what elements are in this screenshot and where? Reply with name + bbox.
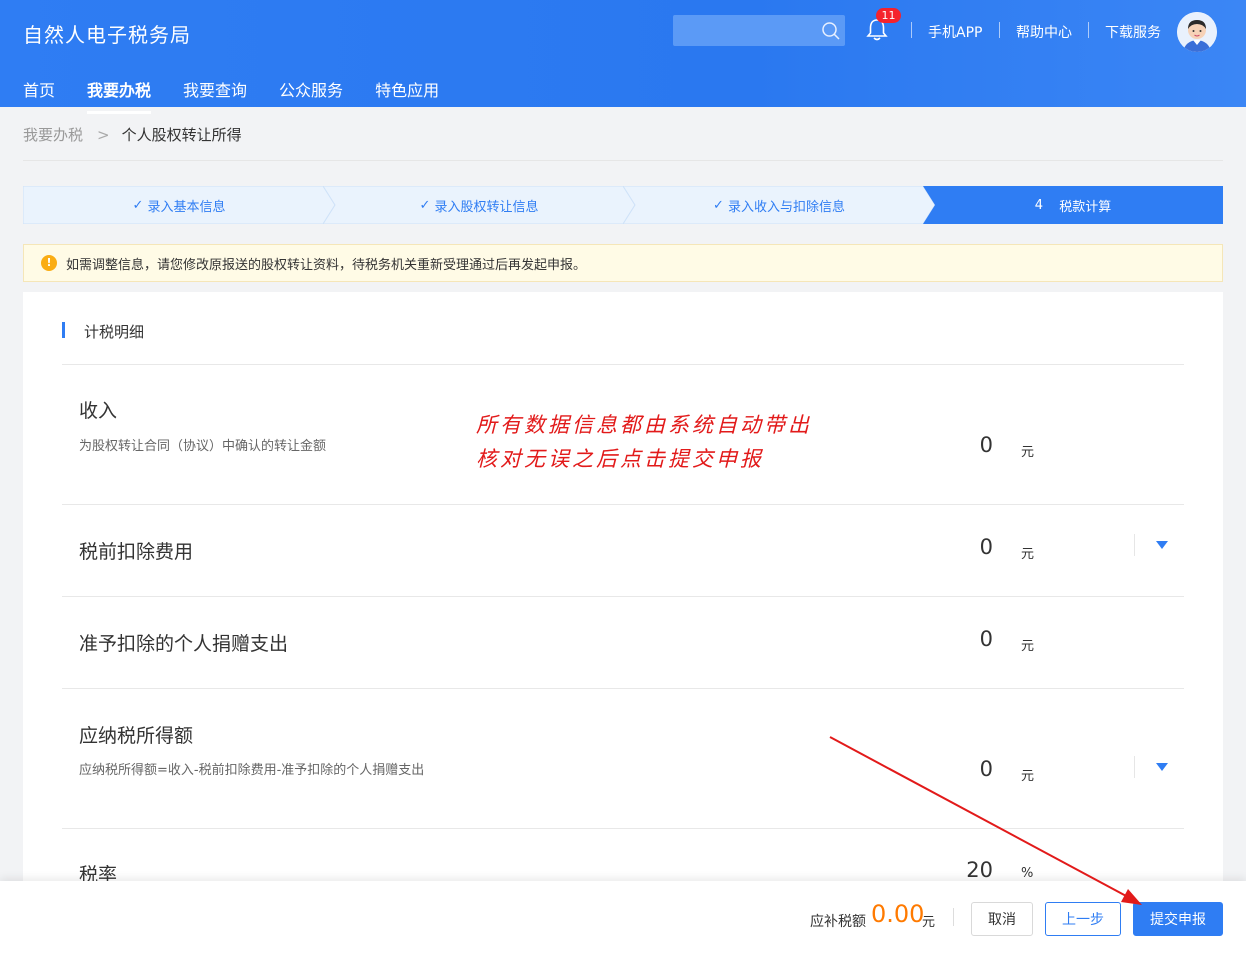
main-nav: 首页 我要办税 我要查询 公众服务 特色应用 [23, 77, 439, 114]
step-bar: ✓ 录入基本信息 ✓ 录入股权转让信息 ✓ 录入收入与扣除信息 4 税款计算 [23, 186, 1223, 224]
step-label: 税款计算 [1059, 199, 1112, 215]
tax-due-unit: 元 [922, 915, 936, 930]
user-avatar[interactable] [1177, 12, 1217, 52]
row-unit-tax-rate: % [1021, 866, 1034, 881]
check-icon: ✓ [419, 197, 431, 213]
tax-due-label: 应补税额 [810, 914, 866, 930]
nav-item-home[interactable]: 首页 [23, 77, 55, 107]
mobile-app-link[interactable]: 手机APP [928, 22, 982, 42]
download-service-link[interactable]: 下载服务 [1105, 22, 1161, 42]
nav-item-public-service[interactable]: 公众服务 [279, 77, 343, 107]
row-unit-taxable-income: 元 [1021, 769, 1035, 784]
annotation-note: 所有数据信息都由系统自动带出 核对无误之后点击提交申报 [476, 408, 812, 476]
previous-step-button[interactable]: 上一步 [1045, 902, 1121, 936]
step-2[interactable]: ✓ 录入股权转让信息 [323, 186, 635, 224]
header-divider [911, 22, 912, 38]
check-icon: ✓ [132, 197, 144, 213]
breadcrumb-parent[interactable]: 我要办税 [23, 126, 83, 144]
site-brand[interactable]: 自然人电子税务局 [23, 19, 191, 48]
nav-item-query[interactable]: 我要查询 [183, 77, 247, 107]
tax-due-value: 0.00 [871, 900, 925, 928]
notice-text: 如需调整信息，请您修改原报送的股权转让资料，待税务机关重新受理通过后再发起申报。 [66, 257, 587, 273]
row-value-income: 0 [979, 433, 993, 457]
divider [62, 364, 1184, 365]
check-icon: ✓ [713, 197, 724, 213]
divider [1134, 534, 1135, 556]
nav-item-featured-apps[interactable]: 特色应用 [375, 77, 439, 107]
search-icon[interactable] [821, 21, 841, 41]
nav-item-tax-handling[interactable]: 我要办税 [87, 77, 152, 114]
warning-notice: ! 如需调整信息，请您修改原报送的股权转让资料，待税务机关重新受理通过后再发起申… [23, 244, 1223, 282]
row-value-donation: 0 [979, 627, 993, 651]
tax-detail-card: 计税明细 收入 为股权转让合同（协议）中确认的转让金额 0 元 税前扣除费用 0… [23, 292, 1223, 892]
row-unit-donation: 元 [1021, 639, 1035, 654]
divider [23, 160, 1223, 161]
row-title-taxable-income: 应纳税所得额 [79, 725, 194, 747]
step-1[interactable]: ✓ 录入基本信息 [23, 186, 335, 224]
divider [1134, 756, 1135, 778]
step-label: 录入股权转让信息 [434, 199, 539, 215]
divider [62, 688, 1184, 689]
row-desc-taxable-income: 应纳税所得额=收入-税前扣除费用-准予扣除的个人捐赠支出 [79, 763, 425, 778]
divider [62, 828, 1184, 829]
step-number: 4 [1034, 197, 1043, 213]
warning-icon: ! [41, 255, 57, 271]
step-label: 录入收入与扣除信息 [727, 199, 845, 215]
divider [953, 908, 954, 926]
row-value-pretax-deduction: 0 [979, 535, 993, 559]
caret-down-icon[interactable] [1155, 540, 1169, 550]
top-header: 自然人电子税务局 11 手机APP 帮助中心 下载服务 首页 我要办税 我要查询 [0, 0, 1246, 114]
row-value-tax-rate: 20 [966, 858, 993, 882]
caret-down-icon[interactable] [1155, 762, 1169, 772]
annotation-line: 核对无误之后点击提交申报 [476, 447, 764, 471]
section-title: 计税明细 [62, 321, 144, 342]
header-divider [1088, 22, 1089, 38]
annotation-line: 所有数据信息都由系统自动带出 [476, 413, 812, 437]
breadcrumb-current: 个人股权转让所得 [121, 126, 242, 144]
divider [62, 504, 1184, 505]
notification-badge: 11 [876, 8, 901, 23]
step-3[interactable]: ✓ 录入收入与扣除信息 [623, 186, 935, 224]
search-input[interactable] [673, 15, 845, 46]
row-title-pretax-deduction: 税前扣除费用 [79, 541, 194, 563]
step-label: 录入基本信息 [147, 199, 226, 215]
step-4[interactable]: 4 税款计算 [923, 186, 1223, 224]
header-divider [999, 22, 1000, 38]
submit-declaration-button[interactable]: 提交申报 [1133, 902, 1223, 936]
row-title-donation: 准予扣除的个人捐赠支出 [79, 633, 289, 655]
row-desc-income: 为股权转让合同（协议）中确认的转让金额 [79, 439, 327, 454]
row-unit-income: 元 [1021, 445, 1035, 460]
chevron-right-icon: > [97, 126, 110, 144]
cancel-button[interactable]: 取消 [971, 902, 1033, 936]
footer-bar: 应补税额 0.00 元 取消 上一步 提交申报 [0, 881, 1246, 954]
row-title-income: 收入 [79, 400, 118, 422]
breadcrumb: 我要办税 > 个人股权转让所得 [23, 124, 242, 145]
avatar-icon [1177, 12, 1217, 52]
row-value-taxable-income: 0 [979, 757, 993, 781]
row-unit-pretax-deduction: 元 [1021, 547, 1035, 562]
divider [62, 596, 1184, 597]
help-center-link[interactable]: 帮助中心 [1016, 22, 1072, 42]
